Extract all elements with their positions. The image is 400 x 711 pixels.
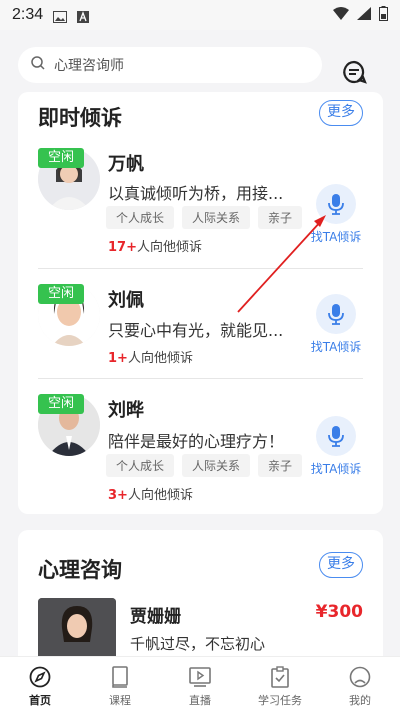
nav-item-courses[interactable]: 课程 [80, 657, 160, 711]
compass-icon [0, 665, 80, 689]
talk-count-number: 1+ [108, 351, 128, 366]
image-icon [53, 9, 68, 23]
nav-label: 首页 [29, 694, 51, 707]
consult-card: 心理咨询 更多 贾姗姗 ¥300 千帆过尽，不忘初心 [18, 530, 383, 670]
play-icon [160, 665, 240, 689]
instant-talk-card: 即时倾诉 更多 空闲 万帆 以真诚倾听为桥，用接... 个人成长 人际关系 亲子… [18, 92, 383, 514]
nav-label: 我的 [349, 694, 371, 707]
wifi-icon [333, 6, 349, 24]
status-badge: 空闲 [38, 284, 84, 304]
tag: 人际关系 [182, 206, 251, 229]
talk-count: 17+人向他倾诉 [108, 236, 202, 255]
listener-name: 刘晔 [108, 400, 144, 421]
tag: 人际关系 [182, 454, 251, 477]
mic-icon [316, 294, 356, 334]
listener-description: 只要心中有光，就能见... [108, 321, 283, 340]
tag-list: 个人成长 人际关系 亲子 [106, 206, 303, 229]
signal-icon [357, 6, 371, 24]
consultant-price: ¥300 [315, 602, 363, 622]
divider [38, 378, 363, 379]
listener-description: 陪伴是最好的心理疗方！ [108, 432, 285, 451]
status-time: 2:34 [12, 6, 44, 23]
clipboard-icon [240, 665, 320, 689]
tag: 亲子 [258, 454, 303, 477]
search-icon [30, 55, 54, 75]
talk-button[interactable]: 找TA倾诉 [306, 184, 366, 245]
listener-name: 万帆 [108, 154, 144, 175]
message-button[interactable] [340, 58, 368, 86]
section-title: 即时倾诉 [38, 106, 122, 130]
text-icon [77, 9, 91, 23]
talk-count: 3+人向他倾诉 [108, 484, 193, 503]
talk-button[interactable]: 找TA倾诉 [306, 294, 366, 355]
profile-icon [320, 665, 400, 689]
nav-label: 直播 [189, 694, 211, 707]
talk-count-suffix: 人向他倾诉 [136, 240, 202, 255]
talk-count-suffix: 人向他倾诉 [127, 488, 193, 503]
divider [38, 268, 363, 269]
talk-count-number: 3+ [108, 488, 128, 503]
tag: 个人成长 [106, 206, 175, 229]
consultant-description: 千帆过尽，不忘初心 [130, 635, 266, 653]
mic-icon [316, 416, 356, 456]
mic-icon [316, 184, 356, 224]
more-button[interactable]: 更多 [319, 100, 363, 126]
talk-button-label: 找TA倾诉 [310, 230, 362, 244]
talk-button-label: 找TA倾诉 [310, 340, 362, 354]
talk-count: 1+人向他倾诉 [108, 347, 193, 366]
nav-item-profile[interactable]: 我的 [320, 657, 400, 711]
status-badge: 空闲 [38, 394, 84, 414]
listener-name: 刘佩 [108, 290, 144, 311]
tag: 个人成长 [106, 454, 175, 477]
nav-item-live[interactable]: 直播 [160, 657, 240, 711]
status-bar: 2:34 [0, 0, 400, 30]
search-placeholder: 心理咨询师 [54, 58, 124, 74]
bottom-nav: 首页 课程 直播 学习任务 我的 [0, 656, 400, 711]
listener-item[interactable]: 空闲 刘晔 陪伴是最好的心理疗方！ 个人成长 人际关系 亲子 3+人向他倾诉 找… [18, 394, 383, 504]
nav-item-tasks[interactable]: 学习任务 [240, 657, 320, 711]
nav-label: 学习任务 [258, 694, 302, 707]
nav-label: 课程 [109, 694, 131, 707]
book-icon [80, 665, 160, 689]
talk-count-suffix: 人向他倾诉 [127, 351, 193, 366]
tag: 亲子 [258, 206, 303, 229]
status-badge: 空闲 [38, 148, 84, 168]
listener-description: 以真诚倾听为桥，用接... [108, 184, 283, 203]
section-title: 心理咨询 [38, 558, 122, 582]
search-input[interactable]: 心理咨询师 [18, 47, 322, 83]
tag-list: 个人成长 人际关系 亲子 [106, 454, 303, 477]
listener-item[interactable]: 空闲 刘佩 只要心中有光，就能见... 1+人向他倾诉 找TA倾诉 [18, 284, 383, 374]
talk-button[interactable]: 找TA倾诉 [306, 416, 366, 477]
nav-item-home[interactable]: 首页 [0, 657, 80, 711]
chat-icon [340, 60, 368, 90]
talk-button-label: 找TA倾诉 [310, 462, 362, 476]
more-button[interactable]: 更多 [319, 552, 363, 578]
consultant-name: 贾姗姗 [130, 607, 181, 627]
talk-count-number: 17+ [108, 240, 137, 255]
listener-item[interactable]: 空闲 万帆 以真诚倾听为桥，用接... 个人成长 人际关系 亲子 17+人向他倾… [18, 148, 383, 268]
battery-icon [379, 5, 388, 25]
